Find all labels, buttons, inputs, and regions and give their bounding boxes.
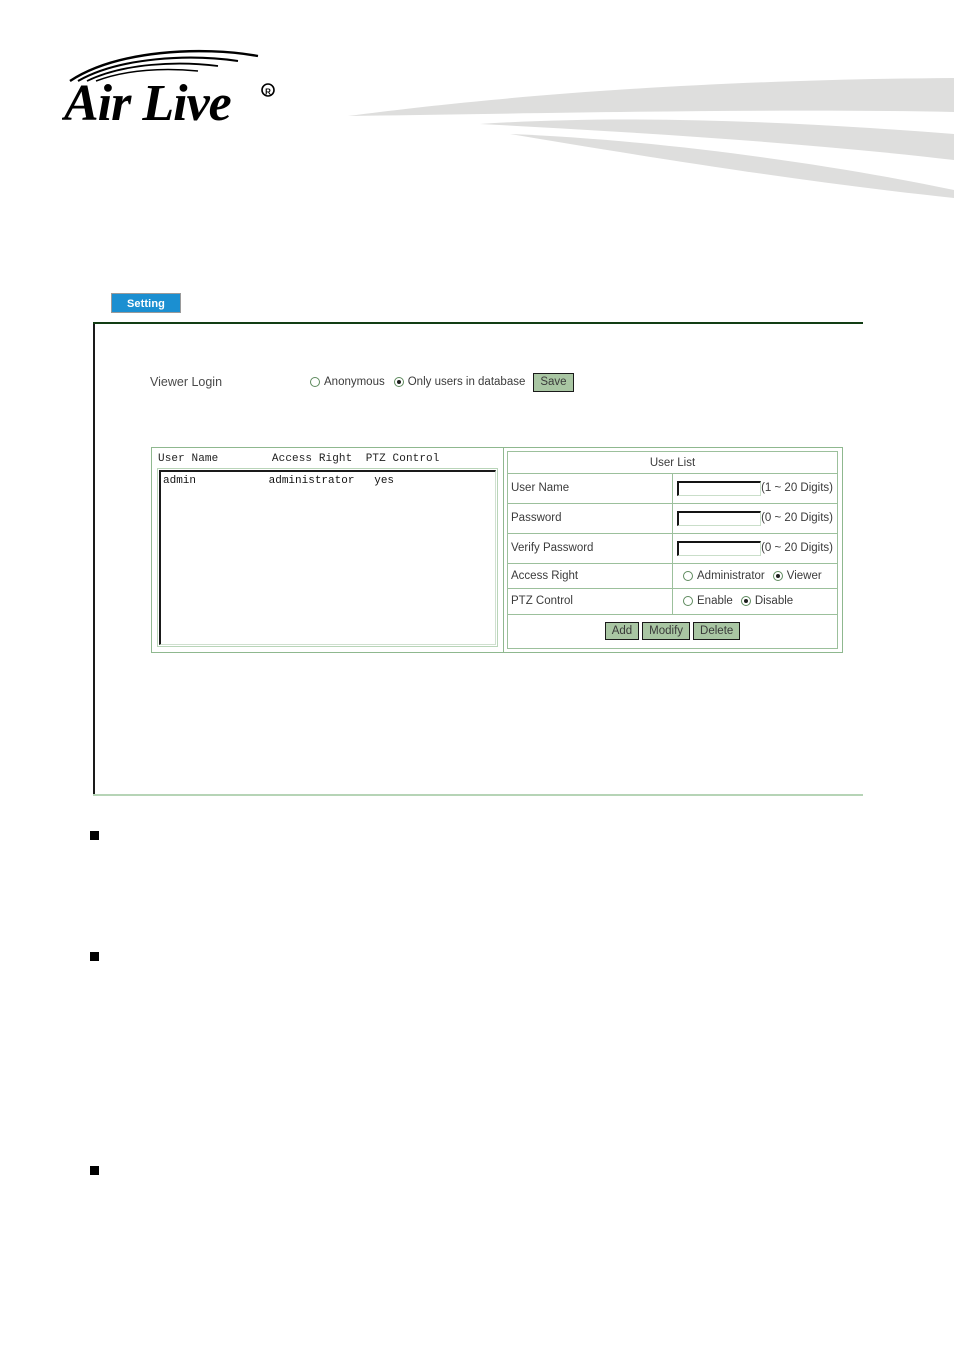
- radio-only-users-in-database-label[interactable]: Only users in database: [408, 376, 526, 388]
- panel-top-divider: [93, 322, 863, 324]
- user-management-area: User Name Access Right PTZ Control admin…: [151, 447, 843, 653]
- ptz-control-cell: Enable Disable: [672, 588, 838, 615]
- user-form-table: User List User Name (1 ~ 20 Digits) Pass…: [507, 451, 838, 650]
- password-input[interactable]: [677, 510, 762, 526]
- radio-viewer-label[interactable]: Viewer: [787, 570, 822, 582]
- viewer-login-option-anonymous[interactable]: Anonymous: [310, 376, 385, 388]
- password-hint: (0 ~ 20 Digits): [761, 512, 833, 525]
- radio-administrator-label[interactable]: Administrator: [697, 570, 765, 582]
- radio-only-users-in-database-icon[interactable]: [393, 377, 404, 387]
- radio-anonymous-icon[interactable]: [310, 377, 320, 387]
- svg-text:R: R: [265, 88, 271, 97]
- radio-enable-icon[interactable]: [683, 596, 693, 607]
- form-row-verify-password: Verify Password (0 ~ 20 Digits): [507, 532, 838, 564]
- form-row-password: Password (0 ~ 20 Digits): [507, 502, 838, 534]
- form-title-row: User List: [507, 451, 838, 474]
- form-row-ptz-control: PTZ Control Enable Disable: [507, 588, 838, 615]
- user-name-hint: (1 ~ 20 Digits): [761, 482, 833, 495]
- viewer-login-label: Viewer Login: [150, 375, 223, 389]
- access-right-label: Access Right: [507, 562, 673, 590]
- radio-disable-icon[interactable]: [740, 596, 751, 607]
- user-listbox-inner[interactable]: admin administrator yes: [159, 470, 496, 645]
- radio-anonymous-label[interactable]: Anonymous: [324, 376, 385, 388]
- user-list-column: User Name Access Right PTZ Control admin…: [152, 448, 504, 652]
- tab-setting[interactable]: Setting: [111, 293, 181, 313]
- table-row[interactable]: admin administrator yes: [163, 474, 495, 488]
- bullet-square-icon: [90, 952, 99, 961]
- access-right-option-viewer[interactable]: Viewer: [772, 570, 822, 582]
- panel-bottom-divider: [93, 794, 863, 796]
- airlive-logo: Air Live R: [61, 48, 292, 132]
- viewer-login-option-database[interactable]: Only users in database: [393, 376, 526, 388]
- radio-viewer-icon[interactable]: [772, 570, 783, 581]
- save-button[interactable]: Save: [533, 372, 574, 392]
- verify-password-cell: (0 ~ 20 Digits): [672, 532, 838, 564]
- verify-password-label: Verify Password: [507, 532, 673, 564]
- radio-administrator-icon[interactable]: [683, 570, 693, 581]
- user-name-label: User Name: [507, 473, 673, 504]
- user-name-input[interactable]: [677, 480, 762, 496]
- action-buttons-cell: Add Modify Delete: [507, 613, 838, 650]
- radio-enable-label[interactable]: Enable: [697, 595, 733, 607]
- modify-button[interactable]: Modify: [642, 622, 691, 641]
- ptz-option-disable[interactable]: Disable: [740, 595, 793, 607]
- user-list-title: User List: [507, 451, 838, 474]
- user-list-column-headers: User Name Access Right PTZ Control: [158, 453, 440, 465]
- password-cell: (0 ~ 20 Digits): [672, 502, 838, 534]
- ptz-control-label: PTZ Control: [507, 588, 673, 615]
- svg-text:Air Live: Air Live: [62, 75, 231, 128]
- user-form-column: User List User Name (1 ~ 20 Digits) Pass…: [504, 448, 842, 652]
- form-row-user-name: User Name (1 ~ 20 Digits): [507, 473, 838, 504]
- verify-password-input[interactable]: [677, 540, 762, 556]
- viewer-login-row: Viewer Login Anonymous Only users in dat…: [150, 372, 574, 392]
- form-row-access-right: Access Right Administrator Viewer: [507, 562, 838, 590]
- user-listbox[interactable]: admin administrator yes: [157, 468, 498, 647]
- password-label: Password: [507, 502, 673, 534]
- access-right-cell: Administrator Viewer: [672, 562, 838, 590]
- add-button[interactable]: Add: [604, 622, 640, 641]
- delete-button[interactable]: Delete: [693, 622, 741, 641]
- bullet-square-icon: [90, 831, 99, 840]
- banner-swoosh-icon: [330, 78, 954, 198]
- page-header: Air Live R: [0, 0, 954, 200]
- access-right-option-administrator[interactable]: Administrator: [683, 570, 765, 582]
- ptz-option-enable[interactable]: Enable: [683, 595, 733, 607]
- verify-password-hint: (0 ~ 20 Digits): [761, 542, 833, 555]
- user-name-cell: (1 ~ 20 Digits): [672, 473, 838, 504]
- form-row-actions: Add Modify Delete: [507, 613, 838, 650]
- bullet-square-icon: [90, 1166, 99, 1175]
- radio-disable-label[interactable]: Disable: [755, 595, 793, 607]
